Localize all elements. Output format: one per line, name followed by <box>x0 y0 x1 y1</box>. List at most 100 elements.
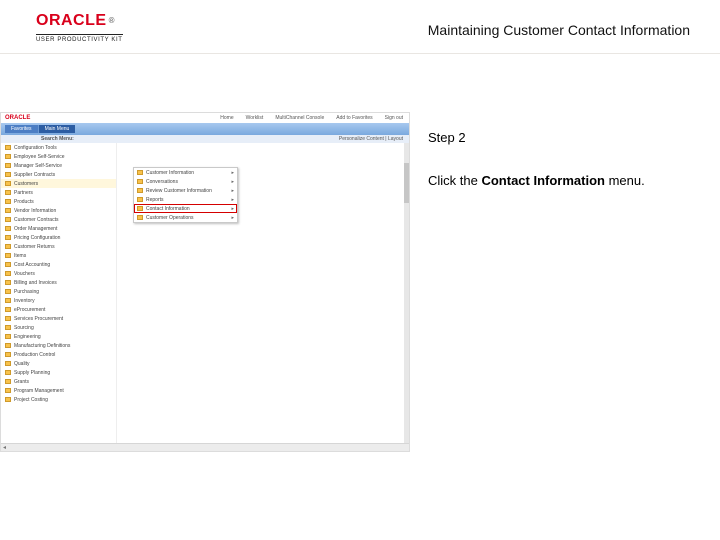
sidebar-item[interactable]: Program Management <box>1 386 116 395</box>
sidebar-item[interactable]: Customers <box>1 179 116 188</box>
sidebar-item-label: Customers <box>14 181 38 187</box>
sidebar-item[interactable]: Customer Contracts <box>1 215 116 224</box>
sidebar-item[interactable]: Billing and Invoices <box>1 278 116 287</box>
sidebar-item[interactable]: Grants <box>1 377 116 386</box>
sidebar-item-label: Engineering <box>14 334 41 340</box>
ss-link-worklist[interactable]: Worklist <box>246 115 264 121</box>
ss-top-links: Home Worklist MultiChannel Console Add t… <box>220 115 409 121</box>
folder-icon <box>5 361 11 366</box>
sidebar-item[interactable]: Supplier Contracts <box>1 170 116 179</box>
chevron-right-icon: ▸ <box>231 206 234 212</box>
submenu-item-label: Review Customer Information <box>146 188 212 194</box>
sidebar-item[interactable]: Pricing Configuration <box>1 233 116 242</box>
folder-icon <box>5 145 11 150</box>
submenu-item-contact-information[interactable]: Contact Information ▸ <box>134 204 237 213</box>
sidebar-item-label: Inventory <box>14 298 35 304</box>
folder-icon <box>137 215 143 220</box>
sidebar-item-label: Production Control <box>14 352 55 358</box>
sidebar-item[interactable]: Quality <box>1 359 116 368</box>
ss-tab-mainmenu[interactable]: Main Menu <box>39 125 76 133</box>
sidebar-item[interactable]: Supply Planning <box>1 368 116 377</box>
ss-personalize[interactable]: Personalize Content | Layout <box>339 136 403 142</box>
scrollbar-thumb[interactable] <box>404 163 409 203</box>
oracle-logo: ORACLE® USER PRODUCTIVITY KIT <box>36 14 123 46</box>
sidebar-item[interactable]: Vouchers <box>1 269 116 278</box>
ss-link-signout[interactable]: Sign out <box>385 115 403 121</box>
chevron-right-icon: ▸ <box>231 188 234 194</box>
ss-toolbar: Favorites Main Menu <box>1 123 409 135</box>
chevron-right-icon: ▸ <box>231 197 234 203</box>
sidebar-item-label: Vouchers <box>14 271 35 277</box>
folder-icon <box>5 271 11 276</box>
submenu-item[interactable]: Customer Information▸ <box>134 168 237 177</box>
step-label: Step 2 <box>428 130 700 145</box>
ss-brand: ORACLE <box>5 115 30 121</box>
submenu-item[interactable]: Reports▸ <box>134 195 237 204</box>
sidebar-item-label: Manager Self-Service <box>14 163 62 169</box>
sidebar-item[interactable]: Employee Self-Service <box>1 152 116 161</box>
sidebar-item[interactable]: eProcurement <box>1 305 116 314</box>
sidebar-item[interactable]: Partners <box>1 188 116 197</box>
sidebar-item[interactable]: Project Costing <box>1 395 116 404</box>
sidebar-item[interactable]: Manager Self-Service <box>1 161 116 170</box>
sidebar-item-label: Billing and Invoices <box>14 280 57 286</box>
sidebar-item-label: Supplier Contracts <box>14 172 55 178</box>
folder-icon <box>5 262 11 267</box>
sidebar-item-label: Services Procurement <box>14 316 63 322</box>
folder-icon <box>137 188 143 193</box>
sidebar-item[interactable]: Vendor Information <box>1 206 116 215</box>
ss-submenu: Customer Information▸Conversations▸Revie… <box>133 167 238 223</box>
folder-icon <box>5 352 11 357</box>
submenu-item-label: Contact Information <box>146 206 190 212</box>
sidebar-item[interactable]: Cost Accounting <box>1 260 116 269</box>
folder-icon <box>5 172 11 177</box>
submenu-item-label: Conversations <box>146 179 178 185</box>
sidebar-item-label: Sourcing <box>14 325 34 331</box>
folder-icon <box>5 388 11 393</box>
sidebar-item-label: Partners <box>14 190 33 196</box>
folder-icon <box>5 199 11 204</box>
scrollbar-vertical[interactable] <box>404 143 409 443</box>
sidebar-item[interactable]: Products <box>1 197 116 206</box>
ss-link-home[interactable]: Home <box>220 115 233 121</box>
sidebar-item[interactable]: Customer Returns <box>1 242 116 251</box>
logo-subtext: USER PRODUCTIVITY KIT <box>36 34 123 43</box>
folder-icon <box>5 289 11 294</box>
folder-icon <box>5 298 11 303</box>
submenu-item[interactable]: Conversations ▸ <box>134 177 237 186</box>
sidebar-item-label: Grants <box>14 379 29 385</box>
submenu-item[interactable]: Customer Operations▸ <box>134 213 237 222</box>
submenu-item-label: Customer Information <box>146 170 194 176</box>
folder-icon <box>5 244 11 249</box>
sidebar-item[interactable]: Inventory <box>1 296 116 305</box>
sidebar-item-label: Vendor Information <box>14 208 56 214</box>
folder-icon <box>137 197 143 202</box>
sidebar-item[interactable]: Engineering <box>1 332 116 341</box>
ss-link-favorites[interactable]: Add to Favorites <box>336 115 372 121</box>
instr-suffix: menu. <box>605 173 645 188</box>
ss-tab-favorites[interactable]: Favorites <box>5 125 39 133</box>
sidebar-item[interactable]: Configuration Tools <box>1 143 116 152</box>
instr-target: Contact Information <box>481 173 605 188</box>
sidebar-item[interactable]: Sourcing <box>1 323 116 332</box>
folder-icon <box>5 226 11 231</box>
ss-link-console[interactable]: MultiChannel Console <box>275 115 324 121</box>
sidebar-item-label: Purchasing <box>14 289 39 295</box>
sidebar-item[interactable]: Items <box>1 251 116 260</box>
ss-subbar: Search Menu: Personalize Content | Layou… <box>1 135 409 143</box>
sidebar-item[interactable]: Purchasing <box>1 287 116 296</box>
sidebar-item-label: Products <box>14 199 34 205</box>
sidebar-item-label: Quality <box>14 361 30 367</box>
sidebar-item[interactable]: Order Management <box>1 224 116 233</box>
chevron-right-icon: ▸ <box>231 215 234 221</box>
submenu-item[interactable]: Review Customer Information ▸ <box>134 186 237 195</box>
sidebar-item[interactable]: Services Procurement <box>1 314 116 323</box>
folder-icon <box>5 181 11 186</box>
folder-icon <box>5 235 11 240</box>
scrollbar-horizontal[interactable]: ◂ <box>1 443 409 451</box>
sidebar-item-label: Customer Returns <box>14 244 55 250</box>
sidebar-item[interactable]: Production Control <box>1 350 116 359</box>
chevron-right-icon: ▸ <box>231 179 234 185</box>
sidebar-item-label: Manufacturing Definitions <box>14 343 70 349</box>
sidebar-item[interactable]: Manufacturing Definitions <box>1 341 116 350</box>
